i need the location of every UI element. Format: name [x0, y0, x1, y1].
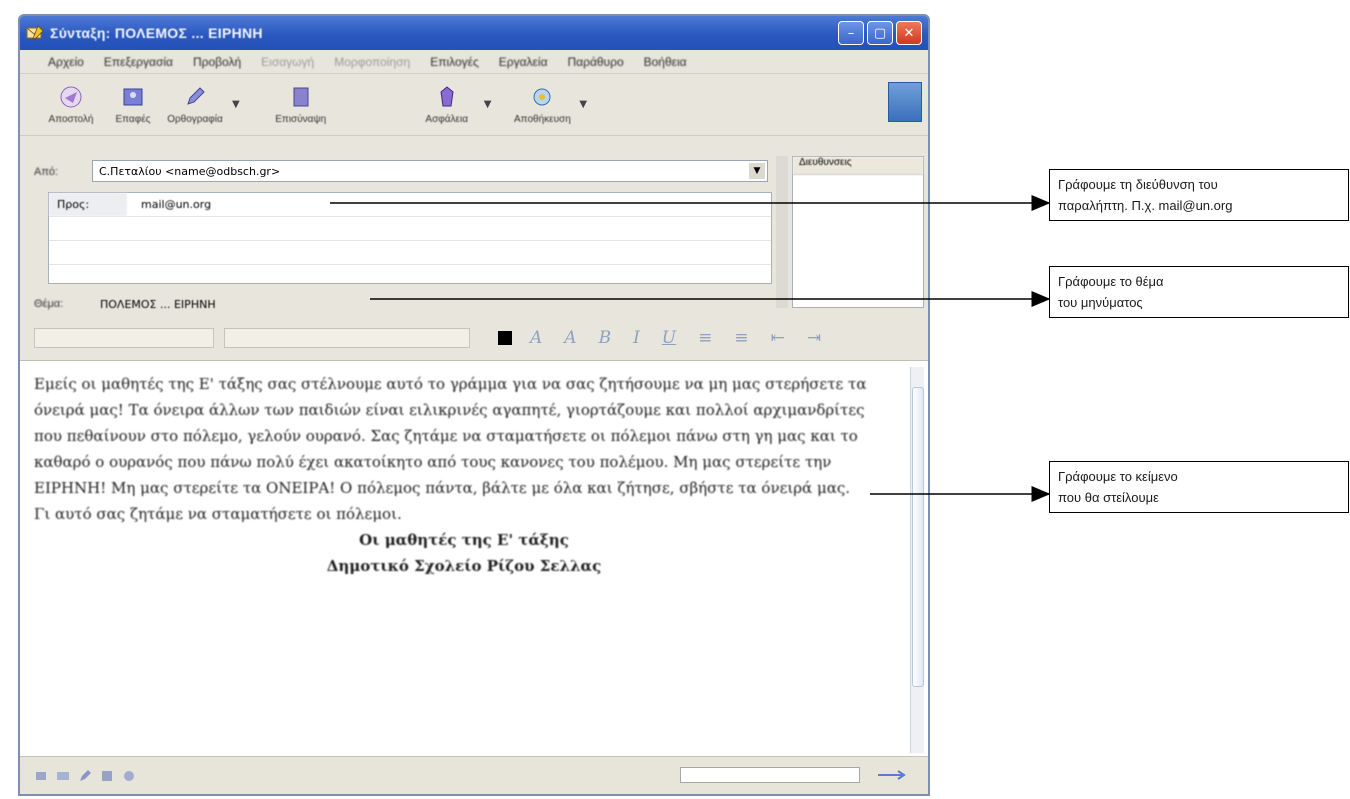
menu-item-help[interactable]: Βοήθεια	[644, 55, 687, 69]
pane-splitter[interactable]	[776, 156, 788, 308]
underline-icon[interactable]: U	[662, 328, 676, 348]
menu-item-window[interactable]: Παράθυρο	[568, 55, 624, 69]
message-header: Από: C.Πεταλίου <name@odbsch.gr> ▼ Προς:…	[34, 156, 772, 311]
callout-line: Γράφουμε το κείμενο	[1058, 469, 1178, 484]
message-text[interactable]: Εμείς οι μαθητές της Ε' τάξης σας στέλνο…	[34, 371, 894, 579]
connection-status-icon	[878, 770, 906, 780]
online-icon[interactable]	[34, 769, 48, 783]
spelling-button[interactable]: Ορθογραφία	[164, 84, 226, 125]
message-body[interactable]: Εμείς οι μαθητές της Ε' τάξης σας στέλνο…	[20, 360, 928, 758]
close-button[interactable]: ✕	[896, 21, 922, 45]
callout-body: Γράφουμε το κείμενο που θα στείλουμε	[1049, 461, 1349, 513]
body-scrollbar-thumb[interactable]	[912, 387, 924, 687]
menu-item-tools[interactable]: Εργαλεία	[499, 55, 548, 69]
paragraph-style-select[interactable]	[34, 328, 214, 348]
format-toolbar: A A B I U ≡ ≡ ⇤ ⇥	[34, 322, 926, 354]
from-value: C.Πεταλίου <name@odbsch.gr>	[99, 164, 281, 178]
menu-bar: Αρχείο Επεξεργασία Προβολή Εισαγωγή Μορφ…	[20, 50, 928, 74]
recipient-address[interactable]: mail@un.org	[141, 198, 211, 211]
callout-line: του μηνύματος	[1058, 295, 1143, 310]
window-title: Σύνταξη: ΠΟΛΕΜΟΣ ... ΕΙΡΗΝΗ	[50, 25, 263, 41]
font-select[interactable]	[224, 328, 470, 348]
progress-bar	[680, 767, 860, 783]
recipient-row[interactable]: Προς: mail@un.org	[49, 193, 771, 217]
sidebar-toggle-button[interactable]	[888, 82, 922, 122]
pencil-icon	[187, 87, 205, 105]
title-bar: Σύνταξη: ΠΟΛΕΜΟΣ ... ΕΙΡΗΝΗ – ▢ ✕	[20, 16, 928, 50]
save-icon	[533, 88, 551, 106]
from-label: Από:	[34, 166, 59, 178]
mail-icon[interactable]	[56, 769, 70, 783]
font-size-down-icon[interactable]: A	[530, 328, 542, 348]
subject-field[interactable]: ΠΟΛΕΜΟΣ ... ΕΙΡΗΝΗ	[100, 294, 370, 314]
subject-value: ΠΟΛΕΜΟΣ ... ΕΙΡΗΝΗ	[100, 297, 216, 311]
font-size-up-icon[interactable]: A	[564, 328, 576, 348]
recipient-row-empty[interactable]	[49, 217, 771, 241]
spelling-dropdown-icon[interactable]: ▼	[232, 99, 240, 110]
subject-label: Θέμα:	[34, 298, 64, 310]
menu-item-view[interactable]: Προβολή	[193, 55, 241, 69]
indent-icon[interactable]: ⇥	[807, 328, 821, 348]
maximize-button[interactable]: ▢	[867, 21, 893, 45]
message-paragraph: Εμείς οι μαθητές της Ε' τάξης σας στέλνο…	[34, 375, 867, 497]
bold-icon[interactable]: B	[599, 328, 612, 348]
bullet-list-icon[interactable]: ≡	[698, 328, 712, 348]
main-toolbar: Αποστολή Επαφές Ορθογραφία ▼ Επισύναψη Α…	[20, 74, 928, 136]
school-line: Δημοτικό Σχολείο Ρίζου Σελλας	[326, 557, 602, 575]
attach-button[interactable]: Επισύναψη	[246, 84, 356, 125]
compose-window: Σύνταξη: ΠΟΛΕΜΟΣ ... ΕΙΡΗΝΗ – ▢ ✕ Αρχείο…	[18, 14, 930, 796]
text-color-swatch[interactable]	[498, 331, 512, 345]
recipients-list[interactable]: Προς: mail@un.org	[48, 192, 772, 284]
lock-icon	[440, 86, 454, 107]
attach-icon	[293, 87, 309, 107]
address-book-icon[interactable]	[100, 769, 114, 783]
compose-icon[interactable]	[78, 769, 92, 783]
from-field[interactable]: C.Πεταλίου <name@odbsch.gr> ▼	[92, 160, 768, 182]
send-icon	[60, 86, 82, 108]
callout-subject: Γράφουμε το θέμα του μηνύματος	[1049, 266, 1349, 318]
send-button[interactable]: Αποστολή	[40, 84, 102, 125]
contacts-sidebar-title: Διευθυνσεις	[793, 157, 923, 175]
menu-item-options[interactable]: Επιλογές	[430, 55, 479, 69]
numbered-list-icon[interactable]: ≡	[734, 328, 748, 348]
save-button[interactable]: Αποθήκευση	[511, 84, 573, 125]
security-button[interactable]: Ασφάλεια	[416, 84, 478, 125]
from-dropdown-icon[interactable]: ▼	[749, 163, 765, 179]
minimize-button[interactable]: –	[838, 21, 864, 45]
contacts-sidebar: Διευθυνσεις	[792, 156, 924, 308]
security-dropdown-icon[interactable]: ▼	[484, 99, 492, 110]
outdent-icon[interactable]: ⇤	[771, 328, 785, 348]
recipient-row-empty[interactable]	[49, 241, 771, 265]
callout-line: που θα στείλουμε	[1058, 490, 1159, 505]
callout-line: Γράφουμε το θέμα	[1058, 274, 1164, 289]
body-scrollbar[interactable]	[910, 367, 924, 753]
menu-item-insert[interactable]: Εισαγωγή	[261, 55, 314, 69]
message-paragraph: Γι αυτό σας ζητάμε να σταματήσετε οι πόλ…	[34, 505, 402, 523]
save-dropdown-icon[interactable]: ▼	[579, 99, 587, 110]
recipient-type[interactable]: Προς:	[49, 193, 127, 216]
signature-line: Οι μαθητές της Ε' τάξης	[359, 531, 569, 549]
menu-item-file[interactable]: Αρχείο	[48, 55, 84, 69]
callout-recipient: Γράφουμε τη διεύθυνση του παραλήπτη. Π.χ…	[1049, 169, 1349, 221]
callout-line: Γράφουμε τη διεύθυνση του	[1058, 177, 1218, 192]
contacts-icon	[123, 88, 143, 106]
italic-icon[interactable]: I	[633, 328, 640, 348]
compose-app-icon	[26, 25, 44, 40]
contacts-button[interactable]: Επαφές	[102, 84, 164, 125]
menu-item-edit[interactable]: Επεξεργασία	[104, 55, 173, 69]
menu-item-format[interactable]: Μορφοποίηση	[334, 55, 410, 69]
chat-icon[interactable]	[122, 769, 136, 783]
status-bar	[20, 756, 928, 794]
callout-line: παραλήπτη. Π.χ. mail@un.org	[1058, 198, 1233, 213]
